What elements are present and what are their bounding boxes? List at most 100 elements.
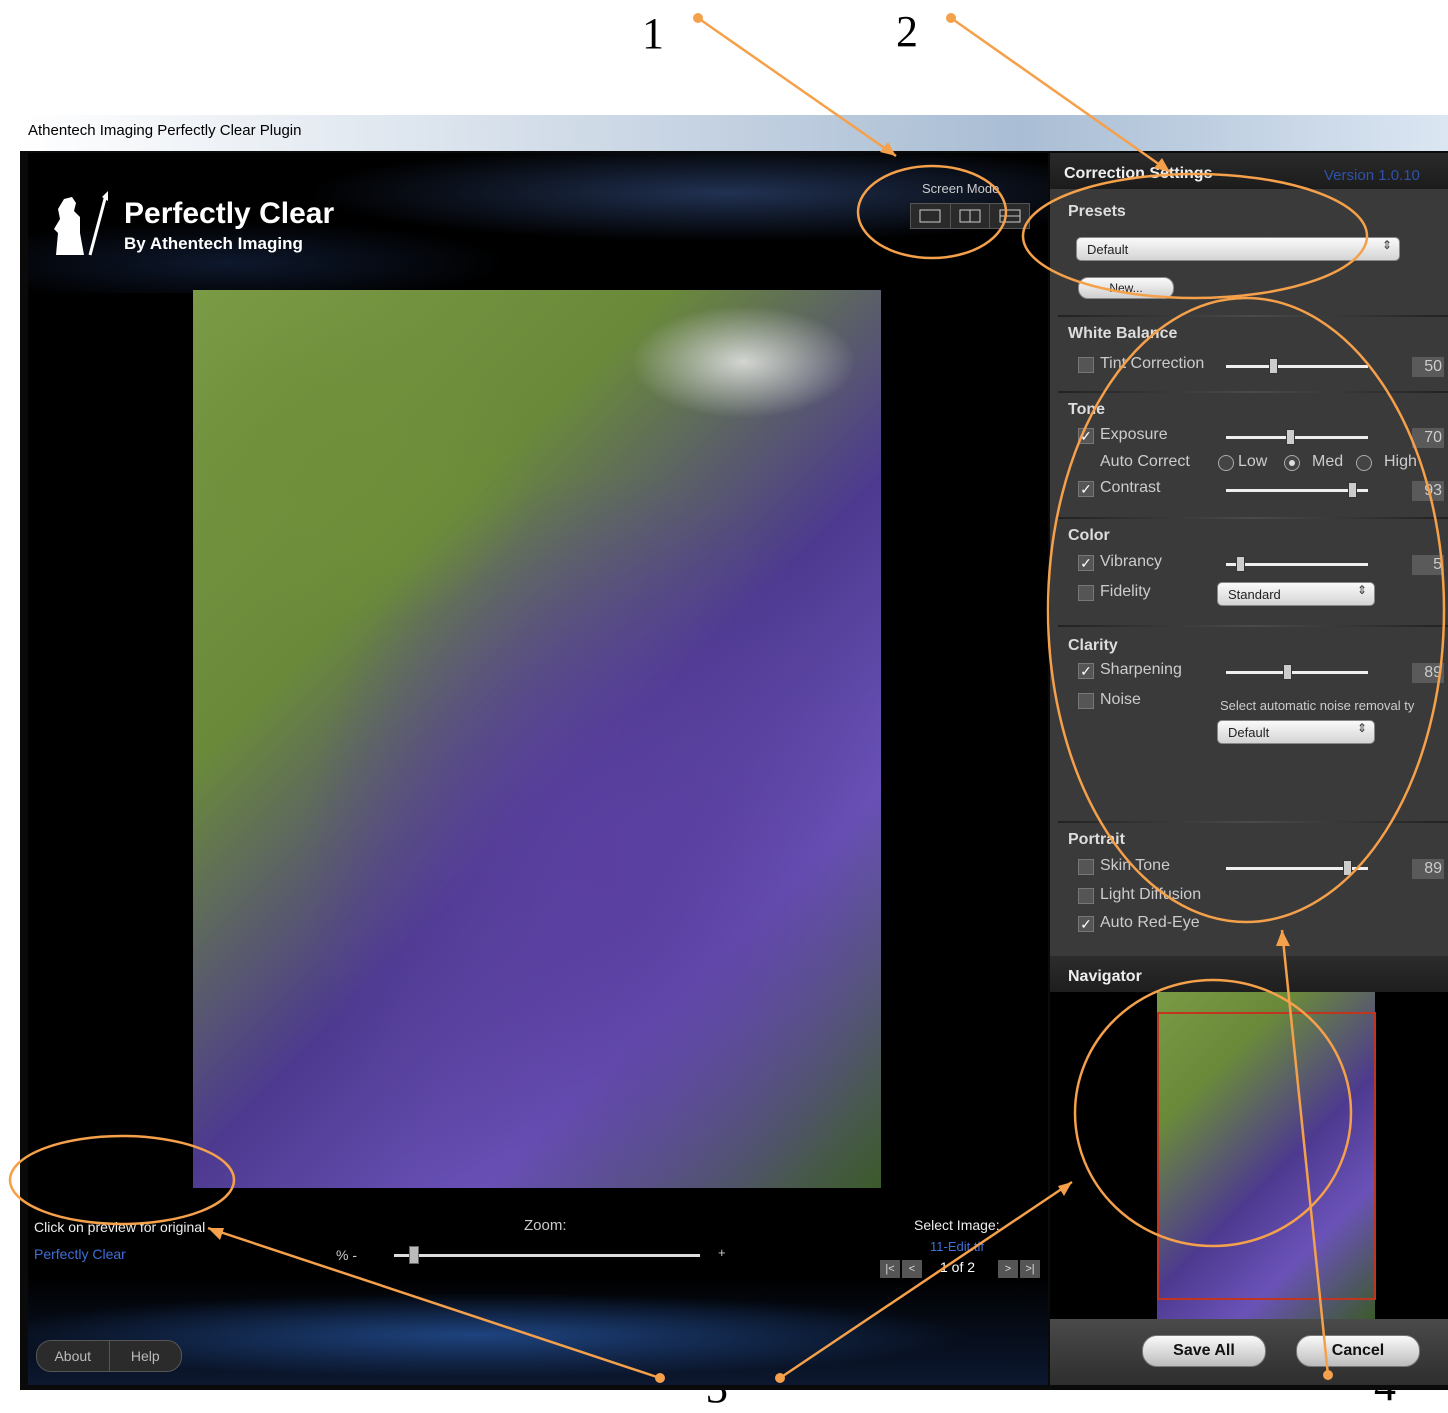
about-button[interactable]: About <box>37 1341 110 1371</box>
correction-settings-panel: Correction Settings Version 1.0.10 Prese… <box>1050 153 1448 1385</box>
skin-tone-value[interactable]: 89 <box>1412 859 1444 879</box>
version-label: Version 1.0.10 <box>1324 167 1420 184</box>
screen-mode-label: Screen Mode <box>922 181 1000 196</box>
contrast-value[interactable]: 93 <box>1412 481 1444 501</box>
window-titlebar[interactable]: Athentech Imaging Perfectly Clear Plugin <box>20 115 1448 151</box>
footer-swoosh <box>28 1275 1048 1385</box>
selected-file-name: 11-Edit.tif <box>930 1239 984 1254</box>
exposure-checkbox[interactable]: ✓ <box>1078 428 1094 444</box>
perfectly-clear-link[interactable]: Perfectly Clear <box>34 1246 126 1262</box>
plugin-window: Athentech Imaging Perfectly Clear Plugin… <box>20 115 1448 1390</box>
exposure-slider[interactable] <box>1226 436 1368 439</box>
exposure-value[interactable]: 70 <box>1412 428 1444 448</box>
zoom-slider-thumb[interactable] <box>409 1246 419 1264</box>
divider <box>1058 821 1448 823</box>
navigator-title: Navigator <box>1068 968 1142 985</box>
screen-mode-single-button[interactable] <box>911 204 951 228</box>
select-image-label: Select Image: <box>914 1217 1000 1233</box>
knight-logo-icon <box>54 191 108 256</box>
navigator-header: Navigator <box>1050 956 1448 992</box>
cancel-button[interactable]: Cancel <box>1296 1335 1420 1367</box>
divider <box>1058 517 1448 519</box>
portrait-title: Portrait <box>1068 831 1125 848</box>
single-view-icon <box>919 209 941 223</box>
fidelity-checkbox[interactable] <box>1078 585 1094 601</box>
previous-image-button[interactable]: < <box>902 1260 922 1278</box>
save-all-button[interactable]: Save All <box>1142 1335 1266 1367</box>
contrast-checkbox[interactable]: ✓ <box>1078 481 1094 497</box>
zoom-minus[interactable]: % - <box>336 1247 357 1263</box>
app-logo: Perfectly Clear By Athentech Imaging <box>46 189 346 259</box>
vibrancy-label: Vibrancy <box>1100 553 1162 570</box>
noise-hint: Select automatic noise removal ty <box>1220 698 1415 713</box>
auto-correct-high-label: High <box>1384 453 1417 470</box>
auto-correct-med-radio[interactable] <box>1284 455 1300 471</box>
sharpening-value[interactable]: 89 <box>1412 663 1444 683</box>
fidelity-selected: Standard <box>1228 587 1281 602</box>
logo-subtitle: By Athentech Imaging <box>124 234 303 253</box>
zoom-label: Zoom: <box>524 1217 567 1234</box>
split-vertical-icon <box>959 209 981 223</box>
light-diffusion-label: Light Diffusion <box>1100 886 1202 903</box>
tint-correction-value[interactable]: 50 <box>1412 357 1444 377</box>
panel-title: Correction Settings <box>1064 165 1213 182</box>
auto-red-eye-checkbox[interactable]: ✓ <box>1078 916 1094 932</box>
exposure-thumb[interactable] <box>1286 429 1295 445</box>
contrast-slider[interactable] <box>1226 489 1368 492</box>
fidelity-label: Fidelity <box>1100 583 1151 600</box>
callout-number-1: 1 <box>642 9 664 58</box>
color-title: Color <box>1068 527 1110 544</box>
chevron-updown-icon: ⇕ <box>1381 238 1392 252</box>
tint-correction-slider[interactable] <box>1226 365 1368 368</box>
white-balance-title: White Balance <box>1068 325 1178 342</box>
noise-label: Noise <box>1100 691 1141 708</box>
callout-dot-2 <box>946 13 956 23</box>
sharpening-slider[interactable] <box>1226 671 1368 674</box>
vibrancy-slider[interactable] <box>1226 563 1368 566</box>
callout-number-2: 2 <box>896 7 918 56</box>
presets-select[interactable]: Default ⇕ <box>1076 237 1400 261</box>
next-image-button[interactable]: > <box>998 1260 1018 1278</box>
preview-pane: Perfectly Clear By Athentech Imaging Scr… <box>28 153 1048 1385</box>
noise-selected: Default <box>1228 725 1270 740</box>
zoom-slider[interactable] <box>394 1254 700 1257</box>
noise-checkbox[interactable] <box>1078 693 1094 709</box>
screen-mode-split-vertical-button[interactable] <box>951 204 991 228</box>
image-preview[interactable] <box>193 290 881 1188</box>
sharpening-checkbox[interactable]: ✓ <box>1078 663 1094 679</box>
sharpening-thumb[interactable] <box>1283 664 1292 680</box>
new-preset-button[interactable]: New... <box>1078 277 1174 299</box>
tint-correction-thumb[interactable] <box>1269 358 1278 374</box>
first-image-button[interactable]: |< <box>880 1260 900 1278</box>
exposure-label: Exposure <box>1100 426 1168 443</box>
last-image-button[interactable]: >| <box>1020 1260 1040 1278</box>
auto-correct-high-radio[interactable] <box>1356 455 1372 471</box>
window-title: Athentech Imaging Perfectly Clear Plugin <box>28 122 302 139</box>
noise-select[interactable]: Default ⇕ <box>1217 720 1375 744</box>
light-diffusion-checkbox[interactable] <box>1078 888 1094 904</box>
screen-mode-split-horizontal-button[interactable] <box>990 204 1029 228</box>
contrast-thumb[interactable] <box>1348 482 1357 498</box>
tone-title: Tone <box>1068 401 1106 418</box>
vibrancy-thumb[interactable] <box>1236 556 1245 572</box>
skin-tone-thumb[interactable] <box>1343 860 1352 876</box>
chevron-updown-icon: ⇕ <box>1356 583 1367 597</box>
vibrancy-checkbox[interactable]: ✓ <box>1078 555 1094 571</box>
auto-red-eye-label: Auto Red-Eye <box>1100 914 1200 931</box>
preview-hint: Click on preview for original <box>34 1219 206 1235</box>
navigator-view <box>1050 992 1448 1319</box>
panel-header: Correction Settings Version 1.0.10 <box>1050 153 1448 189</box>
zoom-plus[interactable]: + <box>718 1245 726 1260</box>
screen-mode-switcher <box>910 203 1030 229</box>
auto-correct-med-label: Med <box>1312 453 1344 470</box>
divider <box>1058 391 1448 393</box>
skin-tone-checkbox[interactable] <box>1078 859 1094 875</box>
help-button[interactable]: Help <box>110 1341 182 1371</box>
auto-correct-low-radio[interactable] <box>1218 455 1234 471</box>
callout-dot-1 <box>693 13 703 23</box>
auto-correct-low-label: Low <box>1238 453 1268 470</box>
tint-correction-checkbox[interactable] <box>1078 357 1094 373</box>
fidelity-select[interactable]: Standard ⇕ <box>1217 582 1375 606</box>
vibrancy-value[interactable]: 5 <box>1412 555 1444 575</box>
navigator-viewport-rect[interactable] <box>1157 1012 1376 1300</box>
